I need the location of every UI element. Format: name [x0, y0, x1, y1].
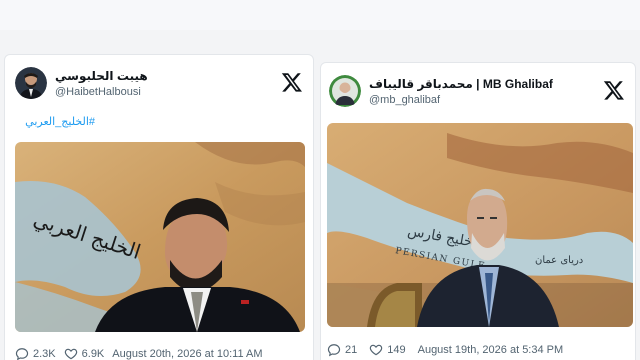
- user-handle[interactable]: @mb_ghalibaf: [369, 94, 440, 106]
- comment-icon: [327, 344, 341, 357]
- reply-count: 21: [345, 344, 358, 356]
- image-caption-oman-sea: دریای عمان: [535, 255, 583, 266]
- avatar[interactable]: [329, 75, 361, 107]
- like-count: 149: [387, 344, 406, 356]
- avatar[interactable]: [15, 67, 47, 99]
- heart-icon: [64, 348, 77, 360]
- flag-pin-icon: [241, 300, 249, 304]
- heart-icon: [370, 344, 383, 356]
- like-stat[interactable]: 149: [369, 343, 406, 357]
- post-timestamp[interactable]: August 20th, 2026 at 10:11 AM: [112, 348, 262, 360]
- post-card-ghalibaf[interactable]: محمدباقر قالیباف | MB Ghalibaf @mb_ghali…: [320, 62, 636, 360]
- x-logo-icon[interactable]: [281, 71, 303, 93]
- display-name[interactable]: محمدباقر قالیباف | MB Ghalibaf: [369, 77, 553, 91]
- post-image[interactable]: خلیج فارس PERSIAN GULF دریای عمان: [327, 123, 633, 327]
- x-logo-icon[interactable]: [603, 79, 625, 101]
- like-stat[interactable]: 6.9K: [64, 347, 105, 360]
- reply-stat[interactable]: 2.3K: [15, 347, 56, 360]
- hashtag-link[interactable]: #الخليج_العربي: [15, 115, 95, 128]
- post-image[interactable]: الخليج العربي: [15, 142, 305, 332]
- reply-stat[interactable]: 21: [327, 343, 357, 357]
- post-timestamp[interactable]: August 19th, 2026 at 5:34 PM: [418, 344, 564, 356]
- like-count: 6.9K: [81, 348, 105, 360]
- display-name[interactable]: هيبت الحلبوسي: [55, 69, 148, 83]
- post-footer: 2.3K 6.9K August 20th, 2026 at 10:11 AM: [15, 347, 263, 360]
- user-handle[interactable]: @HaibetHalbousi: [55, 86, 141, 98]
- reply-count: 2.3K: [33, 348, 56, 360]
- top-background-strip: [0, 0, 640, 30]
- post-footer: 21 149 August 19th, 2026 at 5:34 PM: [327, 343, 563, 357]
- comment-icon: [15, 348, 29, 360]
- post-card-haibet[interactable]: هيبت الحلبوسي @HaibetHalbousi #الخليج_ال…: [4, 54, 314, 360]
